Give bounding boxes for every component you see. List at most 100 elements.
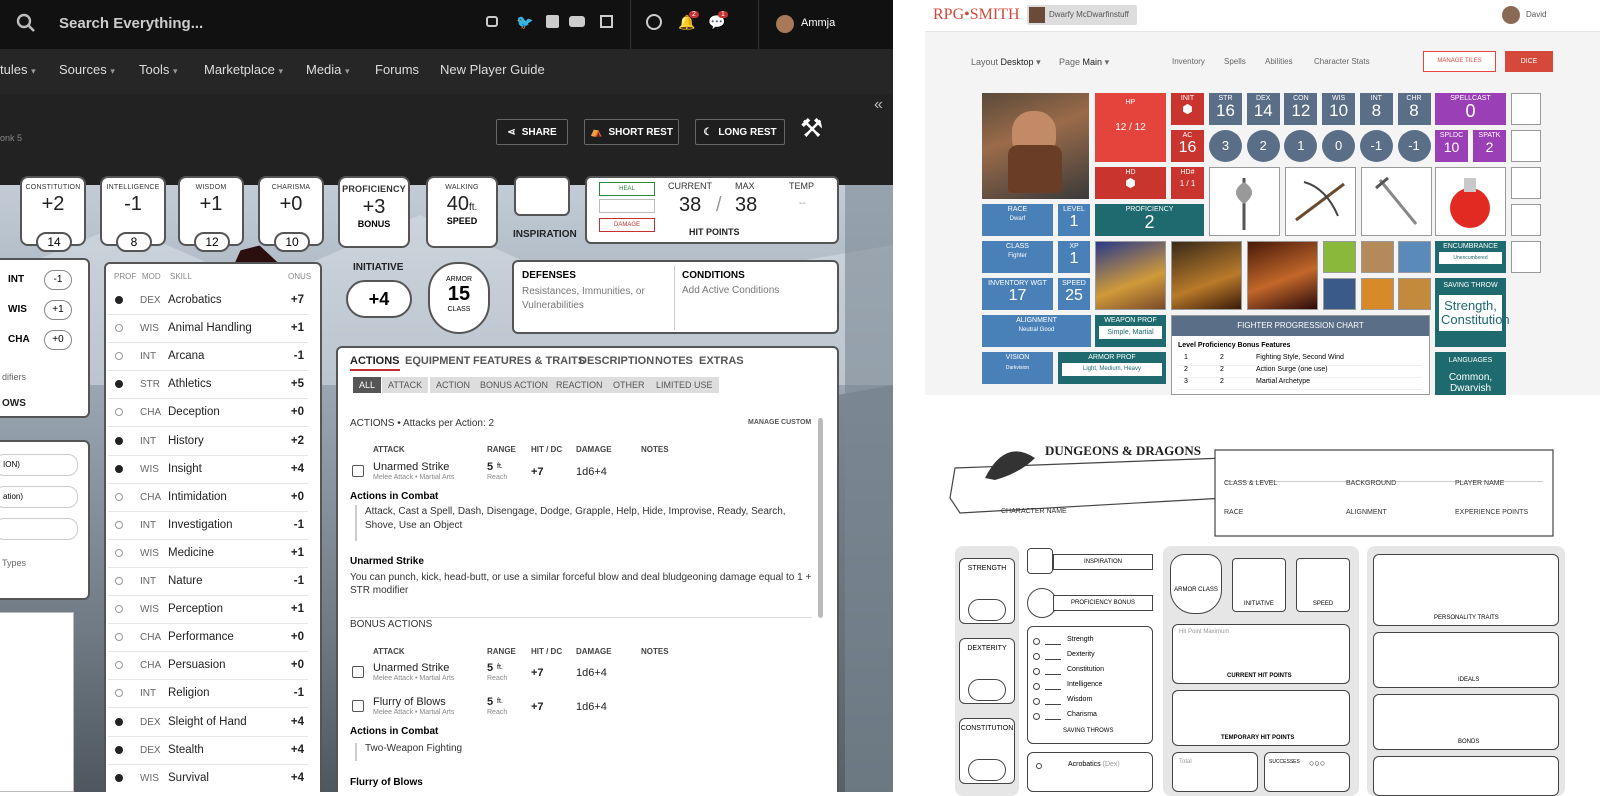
- actions-scrollbar[interactable]: [818, 418, 823, 618]
- skill-row[interactable]: CHA Performance +0: [108, 624, 308, 653]
- youtube-icon[interactable]: [569, 16, 585, 27]
- skill-row[interactable]: CHA Persuasion +0: [108, 652, 308, 681]
- ability-intelligence[interactable]: INTELLIGENCE -1 8: [100, 176, 166, 252]
- hd-count-tile[interactable]: HD# 1 / 1: [1171, 167, 1204, 199]
- filter-attack[interactable]: ATTACK: [382, 377, 429, 393]
- init-tile[interactable]: INIT ⬢: [1171, 93, 1204, 125]
- search-icon[interactable]: [16, 13, 36, 38]
- attack-row-unarmed-bonus[interactable]: Unarmed Strike Melee Attack • Martial Ar…: [352, 660, 812, 690]
- walking-speed-box[interactable]: WALKING 40ft. SPEED: [426, 176, 498, 248]
- link-spells[interactable]: Spells: [1224, 57, 1246, 66]
- tab-equipment[interactable]: EQUIPMENT: [405, 355, 470, 367]
- stat-mod-chr[interactable]: -1: [1397, 130, 1431, 162]
- weapon-prof-tile[interactable]: WEAPON PROF Simple, Martial: [1095, 315, 1166, 347]
- damage-button[interactable]: DAMAGE: [599, 218, 655, 232]
- search-input[interactable]: Search Everything...: [59, 15, 203, 32]
- axe-icon[interactable]: [1209, 167, 1280, 236]
- cloak-icon[interactable]: [1511, 204, 1541, 236]
- spell-icon-1[interactable]: [1323, 241, 1356, 273]
- hd-tile[interactable]: HD ⬢: [1095, 167, 1166, 199]
- skill-row[interactable]: DEX Sleight of Hand +4: [108, 709, 308, 737]
- stat-tile-wis[interactable]: WIS 10: [1322, 93, 1356, 125]
- skill-row[interactable]: CHA Intimidation +0: [108, 484, 308, 512]
- ability-art-3[interactable]: [1247, 241, 1318, 310]
- stat-mod-con[interactable]: 1: [1284, 130, 1318, 162]
- hp-amount-input[interactable]: [599, 199, 655, 213]
- spell-icon-2[interactable]: [1361, 241, 1394, 273]
- stat-mod-dex[interactable]: 2: [1246, 130, 1280, 162]
- race-tile[interactable]: RACE Dwarf: [982, 204, 1053, 236]
- level-tile[interactable]: LEVEL 1: [1058, 204, 1090, 236]
- tab-description[interactable]: DESCRIPTION: [579, 355, 654, 367]
- personality-traits-box[interactable]: PERSONALITY TRAITS: [1373, 554, 1559, 626]
- crossbow-icon[interactable]: [1285, 167, 1356, 236]
- vision-tile[interactable]: VISION Darkvision: [982, 352, 1053, 384]
- flaws-box[interactable]: [1373, 756, 1559, 796]
- avatar[interactable]: [1502, 6, 1520, 24]
- page-select[interactable]: Page Main ▾: [1059, 57, 1109, 68]
- skill-row[interactable]: WIS Insight +4: [108, 456, 308, 484]
- filter-bonus-action[interactable]: BONUS ACTION: [474, 377, 555, 393]
- layout-select[interactable]: Layout Desktop ▾: [971, 57, 1041, 68]
- spatk-tile[interactable]: SPATK 2: [1473, 130, 1506, 162]
- armor-class-box[interactable]: ARMOR CLASS: [1170, 554, 1222, 614]
- skill-row[interactable]: DEX Stealth +4: [108, 737, 308, 765]
- prof-field-2[interactable]: ation): [0, 486, 78, 508]
- nav-marketplace[interactable]: Marketplace ▾: [204, 62, 283, 77]
- filter-other[interactable]: OTHER: [607, 377, 651, 393]
- temp-hp-box[interactable]: TEMPORARY HIT POINTS: [1172, 690, 1350, 746]
- current-hp-box[interactable]: Hit Point Maximum CURRENT HIT POINTS: [1172, 624, 1350, 684]
- save-row[interactable]: Wisdom: [1033, 696, 1149, 708]
- class-tile[interactable]: CLASS Fighter: [982, 241, 1053, 273]
- defenses-conditions-box[interactable]: DEFENSES Resistances, Immunities, or Vul…: [512, 260, 839, 334]
- nav-tools[interactable]: Tools ▾: [139, 62, 178, 77]
- hp-temp[interactable]: --: [799, 198, 806, 209]
- ideals-box[interactable]: IDEALS: [1373, 632, 1559, 688]
- user-name[interactable]: David: [1526, 10, 1546, 19]
- tab-notes[interactable]: NOTES: [655, 355, 693, 367]
- initiative-value[interactable]: +4: [346, 280, 412, 318]
- saving-throw-tile[interactable]: SAVING THROW Strength, Constitution: [1435, 278, 1510, 347]
- proficiency-tile[interactable]: PROFICIENCY 2: [1095, 204, 1204, 236]
- skill-row[interactable]: INT History +2: [108, 428, 308, 456]
- facebook-icon[interactable]: [546, 15, 559, 28]
- gauntlets-icon[interactable]: [1511, 93, 1541, 125]
- bonds-box[interactable]: BONDS: [1373, 694, 1559, 750]
- ac-tile[interactable]: AC 16: [1171, 130, 1204, 162]
- long-rest-button[interactable]: ☾ LONG REST: [695, 119, 785, 145]
- link-character-stats[interactable]: Character Stats: [1314, 57, 1370, 66]
- d20-icon[interactable]: [646, 14, 662, 30]
- stat-mod-int[interactable]: -1: [1359, 130, 1393, 162]
- xp-tile[interactable]: XP 1: [1058, 241, 1090, 273]
- stat-mod-str[interactable]: 3: [1209, 130, 1242, 162]
- hp-tile[interactable]: HP 12 / 12: [1095, 93, 1166, 162]
- stat-mod-wis[interactable]: 0: [1322, 130, 1356, 162]
- attack-row-unarmed[interactable]: Unarmed Strike Melee Attack • Martial Ar…: [352, 459, 812, 489]
- stat-tile-chr[interactable]: CHR 8: [1397, 93, 1431, 125]
- initiative-box[interactable]: INITIATIVE: [1232, 558, 1286, 612]
- inspiration-box[interactable]: [514, 176, 570, 216]
- manage-custom-button[interactable]: MANAGE CUSTOM: [748, 419, 811, 426]
- dice-button[interactable]: DICE: [1505, 51, 1553, 72]
- username[interactable]: Ammja: [801, 17, 835, 29]
- skill-row[interactable]: WIS Medicine +1: [108, 540, 308, 568]
- dexterity-box[interactable]: DEXTERITY: [959, 638, 1015, 704]
- manage-tiles-button[interactable]: MANAGE TILES: [1423, 51, 1496, 72]
- speed-box[interactable]: SPEED: [1296, 558, 1350, 612]
- filter-reaction[interactable]: REACTION: [550, 377, 609, 393]
- ability-art-1[interactable]: [1095, 241, 1166, 310]
- skill-row[interactable]: WIS Perception +1: [108, 596, 308, 625]
- strength-box[interactable]: STRENGTH: [959, 558, 1015, 624]
- alignment-tile[interactable]: ALIGNMENT Neutral Good: [982, 315, 1091, 347]
- armor-prof-tile[interactable]: ARMOR PROF Light, Medium, Heavy: [1058, 352, 1166, 384]
- prof-field-1[interactable]: ION): [0, 454, 78, 476]
- constitution-box[interactable]: CONSTITUTION: [959, 718, 1015, 784]
- save-int[interactable]: INT -1: [0, 270, 72, 292]
- skill-row[interactable]: DEX Acrobatics +7: [108, 287, 308, 315]
- collapse-icon[interactable]: «: [874, 96, 883, 114]
- ability-constitution[interactable]: CONSTITUTION +2 14: [20, 176, 86, 252]
- save-row[interactable]: Strength: [1033, 636, 1149, 648]
- save-row[interactable]: Constitution: [1033, 666, 1149, 678]
- skill-row[interactable]: CHA Deception +0: [108, 399, 308, 428]
- skill-row[interactable]: WIS Animal Handling +1: [108, 315, 308, 344]
